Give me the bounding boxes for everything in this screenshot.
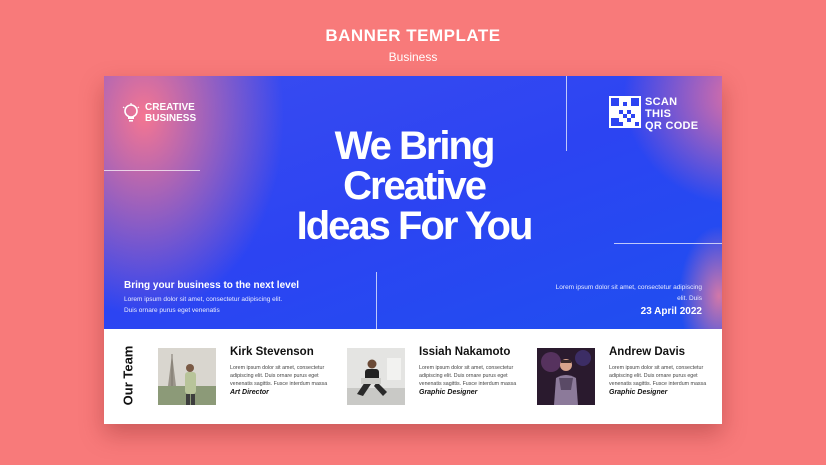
- member-name: Issiah Nakamoto: [419, 346, 511, 358]
- logo-text-line1: CREATIVE: [145, 102, 195, 113]
- banner: CREATIVE BUSINESS SCAN THIS QR CODE We B…: [104, 76, 722, 424]
- team-member: Kirk Stevenson Lorem ipsum dolor sit ame…: [158, 346, 348, 408]
- lightbulb-icon: [122, 103, 140, 122]
- scan-text: SCAN THIS QR CODE: [645, 96, 698, 132]
- scan-text-line3: QR CODE: [645, 120, 699, 132]
- member-description: Lorem ipsum dolor sit amet, consectetur …: [419, 365, 517, 387]
- member-photo: [158, 348, 216, 405]
- person-photo-icon: [537, 348, 595, 405]
- member-name: Andrew Davis: [609, 346, 686, 358]
- member-description: Lorem ipsum dolor sit amet, consectetur …: [609, 365, 707, 387]
- divider-line: [104, 170, 200, 171]
- divider-line: [376, 272, 377, 329]
- member-description: Lorem ipsum dolor sit amet, consectetur …: [230, 365, 328, 387]
- headline-line2: Creative: [343, 164, 487, 208]
- headline-line3: Ideas For You: [296, 204, 534, 248]
- info-body: Lorem ipsum dolor sit amet, consectetur …: [555, 284, 702, 302]
- member-role: Art Director: [230, 389, 269, 396]
- logo-text-line2: BUSINESS: [145, 113, 197, 124]
- page-title: BANNER TEMPLATE: [325, 26, 501, 45]
- headline: We Bring Creative Ideas For You: [254, 126, 574, 246]
- event-date: 23 April 2022: [640, 306, 702, 317]
- hero-section: CREATIVE BUSINESS SCAN THIS QR CODE We B…: [104, 76, 722, 329]
- scan-text-line1: SCAN: [645, 96, 678, 108]
- tagline: Bring your business to the next level: [124, 280, 300, 291]
- member-photo: [347, 348, 405, 405]
- brand-logo: CREATIVE BUSINESS: [122, 102, 196, 124]
- team-member: Andrew Davis Lorem ipsum dolor sit amet,…: [537, 346, 722, 408]
- team-label-text: Our Team: [120, 345, 136, 406]
- person-photo-icon: [347, 348, 405, 405]
- tagline-body: Lorem ipsum dolor sit amet, consectetur …: [124, 296, 283, 314]
- person-photo-icon: [158, 348, 216, 405]
- headline-line1: We Bring: [334, 124, 496, 168]
- qr-code[interactable]: [609, 96, 641, 128]
- member-photo: [537, 348, 595, 405]
- page-subtitle: Business: [388, 50, 438, 64]
- member-name: Kirk Stevenson: [230, 346, 314, 358]
- qr-code-icon: [611, 98, 639, 126]
- member-role: Graphic Designer: [609, 389, 668, 396]
- team-label: Our Team: [108, 338, 148, 418]
- team-member: Issiah Nakamoto Lorem ipsum dolor sit am…: [347, 346, 537, 408]
- scan-text-line2: THIS: [645, 108, 672, 120]
- member-role: Graphic Designer: [419, 389, 478, 396]
- divider-line: [614, 243, 722, 244]
